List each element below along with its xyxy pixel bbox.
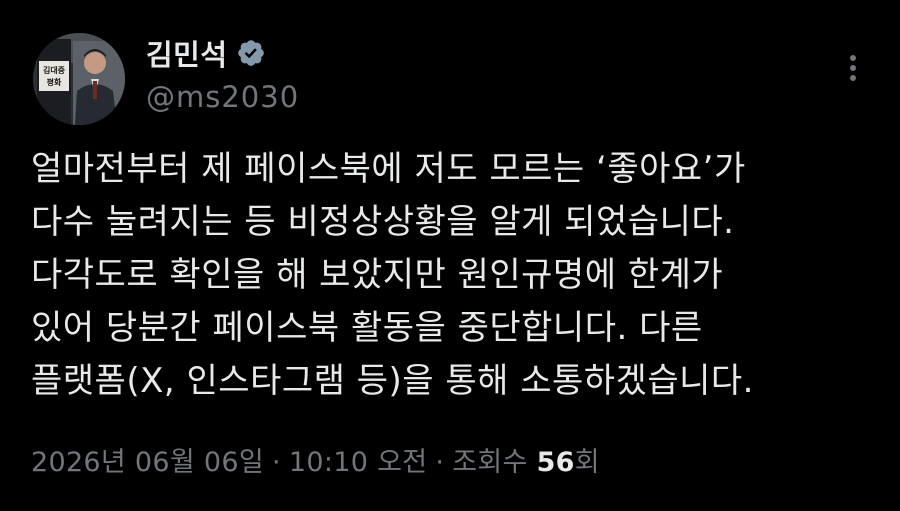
tweet-text-line: 얼마전부터 제 페이스북에 저도 모르는 ‘좋아요’가 <box>31 149 746 189</box>
author-display-name[interactable]: 김민석 <box>146 32 228 74</box>
tweet-text-line: 플랫폼(X, 인스타그램 등)을 통해 소통하겠습니다. <box>31 361 754 401</box>
author-avatar[interactable]: 김대중 평화 <box>33 33 125 125</box>
verified-badge-icon <box>236 38 266 68</box>
views-count[interactable]: 56 <box>537 447 575 478</box>
tweet-time[interactable]: 10:10 오전 <box>289 447 427 478</box>
avatar-sign-line-1: 김대중 <box>43 65 66 75</box>
avatar-image: 김대중 평화 <box>33 33 125 125</box>
author-handle[interactable]: @ms2030 <box>146 80 299 114</box>
avatar-sign-line-2: 평화 <box>47 77 62 87</box>
tweet-metadata: 2026년 06월 06일 · 10:10 오전 · 조회수 56회 <box>31 440 600 479</box>
author-name-row: 김민석 <box>146 36 266 72</box>
tweet-text-line: 있어 당분간 페이스북 활동을 중단합니다. 다른 <box>31 308 703 348</box>
views-label: 조회수 <box>452 447 528 478</box>
meta-separator: · <box>272 447 281 478</box>
views-suffix: 회 <box>574 447 600 478</box>
tweet-date[interactable]: 2026년 06월 06일 <box>31 447 264 478</box>
tweet-text-line: 다각도로 확인을 해 보았지만 원인규명에 한계가 <box>31 255 724 295</box>
tweet-body: 얼마전부터 제 페이스북에 저도 모르는 ‘좋아요’가 다수 눌려지는 등 비정… <box>31 143 871 408</box>
tweet-text-line: 다수 눌려지는 등 비정상상황을 알게 되었습니다. <box>31 202 735 242</box>
more-options-button[interactable] <box>838 50 868 86</box>
tweet-card: 김대중 평화 김민석 @ms2030 얼마전부터 제 페이스북에 저도 모르는 … <box>0 0 900 511</box>
more-options-icon <box>850 55 856 81</box>
meta-separator: · <box>435 447 445 478</box>
